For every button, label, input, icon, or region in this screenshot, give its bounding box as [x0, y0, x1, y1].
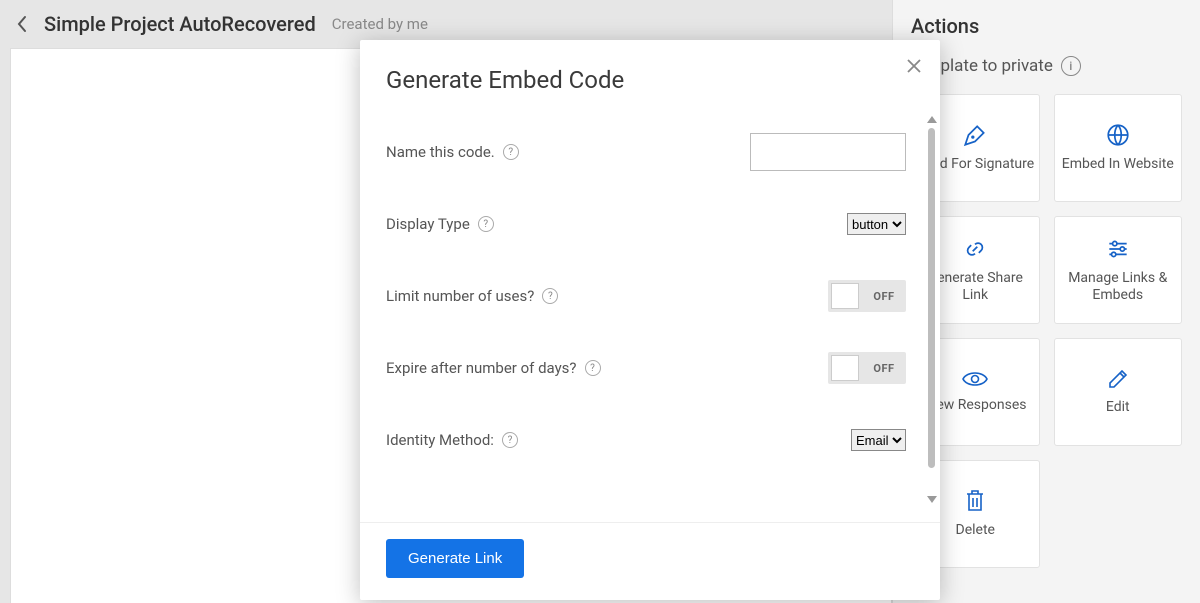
row-identity-method: Identity Method: ? Email: [386, 404, 906, 476]
action-label: Embed In Website: [1062, 156, 1174, 174]
help-icon[interactable]: ?: [585, 360, 601, 376]
created-by-label: Created by me: [332, 15, 428, 33]
sliders-icon: [1105, 236, 1131, 262]
actions-title: Actions: [911, 14, 1182, 38]
modal-footer: Generate Link: [360, 522, 940, 600]
modal-title: Generate Embed Code: [360, 40, 940, 106]
template-privacy-row[interactable]: template to private i: [911, 56, 1182, 76]
toggle-knob: [831, 283, 859, 309]
name-code-input[interactable]: [750, 133, 906, 171]
limit-uses-label: Limit number of uses?: [386, 287, 534, 305]
info-icon[interactable]: i: [1061, 56, 1081, 76]
trash-icon: [964, 488, 986, 514]
generate-embed-modal: Generate Embed Code Name this code. ? Di…: [360, 40, 940, 600]
modal-body: Name this code. ? Display Type ? button …: [360, 106, 940, 522]
row-limit-uses: Limit number of uses? ? OFF: [386, 260, 906, 332]
globe-icon: [1105, 122, 1131, 148]
scrollbar-thumb[interactable]: [928, 128, 935, 468]
expire-days-label: Expire after number of days?: [386, 359, 577, 377]
action-label: Edit: [1106, 399, 1130, 417]
pencil-icon: [1106, 367, 1130, 391]
page-title: Simple Project AutoRecovered: [44, 12, 316, 36]
scroll-down-arrow[interactable]: [927, 496, 937, 503]
help-icon[interactable]: ?: [503, 144, 519, 160]
scroll-up-arrow[interactable]: [927, 116, 937, 123]
action-manage-links-embeds[interactable]: Manage Links & Embeds: [1054, 216, 1183, 324]
identity-method-select[interactable]: Email: [851, 429, 906, 451]
display-type-select[interactable]: button: [847, 213, 906, 235]
action-label: Manage Links & Embeds: [1059, 270, 1178, 305]
eye-icon: [961, 369, 989, 389]
row-expire-days: Expire after number of days? ? OFF: [386, 332, 906, 404]
generate-link-button[interactable]: Generate Link: [386, 539, 524, 578]
help-icon[interactable]: ?: [502, 432, 518, 448]
expire-days-toggle[interactable]: OFF: [828, 352, 906, 384]
close-button[interactable]: [902, 54, 926, 78]
name-code-label: Name this code.: [386, 143, 495, 161]
link-icon: [962, 236, 988, 262]
help-icon[interactable]: ?: [542, 288, 558, 304]
help-icon[interactable]: ?: [478, 216, 494, 232]
close-icon: [906, 58, 922, 74]
identity-method-label: Identity Method:: [386, 431, 494, 449]
action-edit[interactable]: Edit: [1054, 338, 1183, 446]
row-name-code: Name this code. ?: [386, 116, 906, 188]
toggle-state: OFF: [862, 362, 906, 375]
toggle-knob: [831, 355, 859, 381]
row-display-type: Display Type ? button: [386, 188, 906, 260]
limit-uses-toggle[interactable]: OFF: [828, 280, 906, 312]
back-button[interactable]: [10, 12, 34, 36]
display-type-label: Display Type: [386, 215, 470, 233]
toggle-state: OFF: [862, 290, 906, 303]
action-label: Delete: [956, 522, 995, 540]
pen-nib-icon: [962, 122, 988, 148]
action-embed-website[interactable]: Embed In Website: [1054, 94, 1183, 202]
